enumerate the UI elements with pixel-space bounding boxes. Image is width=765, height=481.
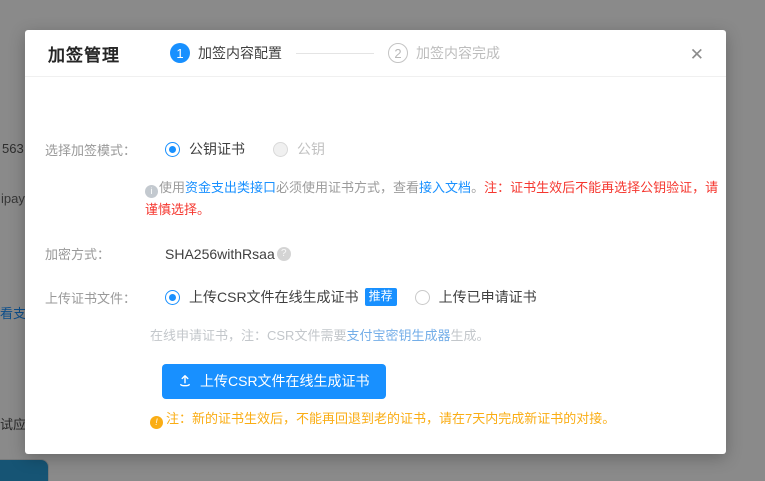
encrypt-algorithm-text: SHA256withRsaa [165,246,275,262]
step-1: 1 加签内容配置 [170,43,282,63]
radio-upload-csr[interactable]: 上传CSR文件在线生成证书 推荐 [165,287,397,307]
note-middle: 必须使用证书方式，查看 [276,180,419,195]
radio-upload-existing[interactable]: 上传已申请证书 [415,287,537,307]
sign-mode-note: i使用资金支出类接口必须使用证书方式，查看接入文档。注：证书生效后不能再选择公钥… [145,177,730,221]
upload-csr-button[interactable]: 上传CSR文件在线生成证书 [162,364,386,399]
encrypt-mode-row: 加密方式： SHA256withRsaa ? [45,244,706,263]
radio-selected-icon[interactable] [165,142,180,157]
step-2-number-icon: 2 [388,43,408,63]
step-1-number-icon: 1 [170,43,190,63]
upload-button-label: 上传CSR文件在线生成证书 [200,371,370,391]
rollback-warning-text: 注：新的证书生效后，不能再回退到老的证书，请在7天内完成新证书的对接。 [166,411,615,426]
radio-upload-existing-label: 上传已申请证书 [439,287,537,307]
upload-hint: 在线申请证书，注：CSR文件需要支付宝密钥生成器生成。 [150,325,489,344]
key-generator-link[interactable]: 支付宝密钥生成器 [346,328,450,343]
radio-public-key[interactable]: 公钥 [273,139,325,159]
encrypt-mode-value: SHA256withRsaa ? [165,246,291,262]
radio-public-key-cert[interactable]: 公钥证书 [165,139,245,159]
step-1-label: 加签内容配置 [198,43,282,63]
radio-public-key-label: 公钥 [297,139,325,159]
note-period: 。 [471,180,484,195]
hint-suffix: 生成。 [450,328,489,343]
step-indicator: 1 加签内容配置 2 加签内容完成 [170,43,500,63]
radio-unselected-icon[interactable] [415,290,430,305]
encrypt-mode-label: 加密方式： [45,244,165,263]
funds-api-link[interactable]: 资金支出类接口 [185,180,276,195]
dialog-body: 选择加签模式： 公钥证书 公钥 i使用资金支出类接口必须使用证书方式，查看接入文… [25,77,726,453]
recommended-badge: 推荐 [365,288,397,305]
access-docs-link[interactable]: 接入文档 [419,180,471,195]
radio-selected-icon[interactable] [165,290,180,305]
radio-disabled-icon[interactable] [273,142,288,157]
warning-icon: ! [150,416,163,429]
hint-prefix: 在线申请证书，注：CSR文件需要 [150,328,346,343]
upload-button-wrap: 上传CSR文件在线生成证书 [162,364,386,399]
dialog-header: 加签管理 1 加签内容配置 2 加签内容完成 ✕ [25,30,726,77]
signature-management-dialog: 加签管理 1 加签内容配置 2 加签内容完成 ✕ 选择加签模式： [25,30,726,454]
help-icon[interactable]: ? [277,247,291,261]
upload-cert-row: 上传证书文件： 上传CSR文件在线生成证书 推荐 上传已申请证书 [45,287,706,307]
sign-mode-row: 选择加签模式： 公钥证书 公钥 [45,139,706,159]
upload-cert-label: 上传证书文件： [45,288,165,307]
step-2-label: 加签内容完成 [416,43,500,63]
upload-icon [178,374,192,388]
radio-upload-csr-label: 上传CSR文件在线生成证书 [189,287,359,307]
page: 563 ipay 看支 试应 加签管理 1 加签内容配置 2 加签内容完成 ✕ [0,0,765,481]
note-prefix: 使用 [159,180,185,195]
info-icon: i [145,185,158,198]
close-icon[interactable]: ✕ [686,42,708,67]
rollback-warning: !注：新的证书生效后，不能再回退到老的证书，请在7天内完成新证书的对接。 [150,408,615,429]
step-2: 2 加签内容完成 [388,43,500,63]
dialog-title: 加签管理 [48,41,120,66]
step-connector-line [296,53,374,54]
sign-mode-label: 选择加签模式： [45,140,165,159]
radio-public-key-cert-label: 公钥证书 [189,139,245,159]
